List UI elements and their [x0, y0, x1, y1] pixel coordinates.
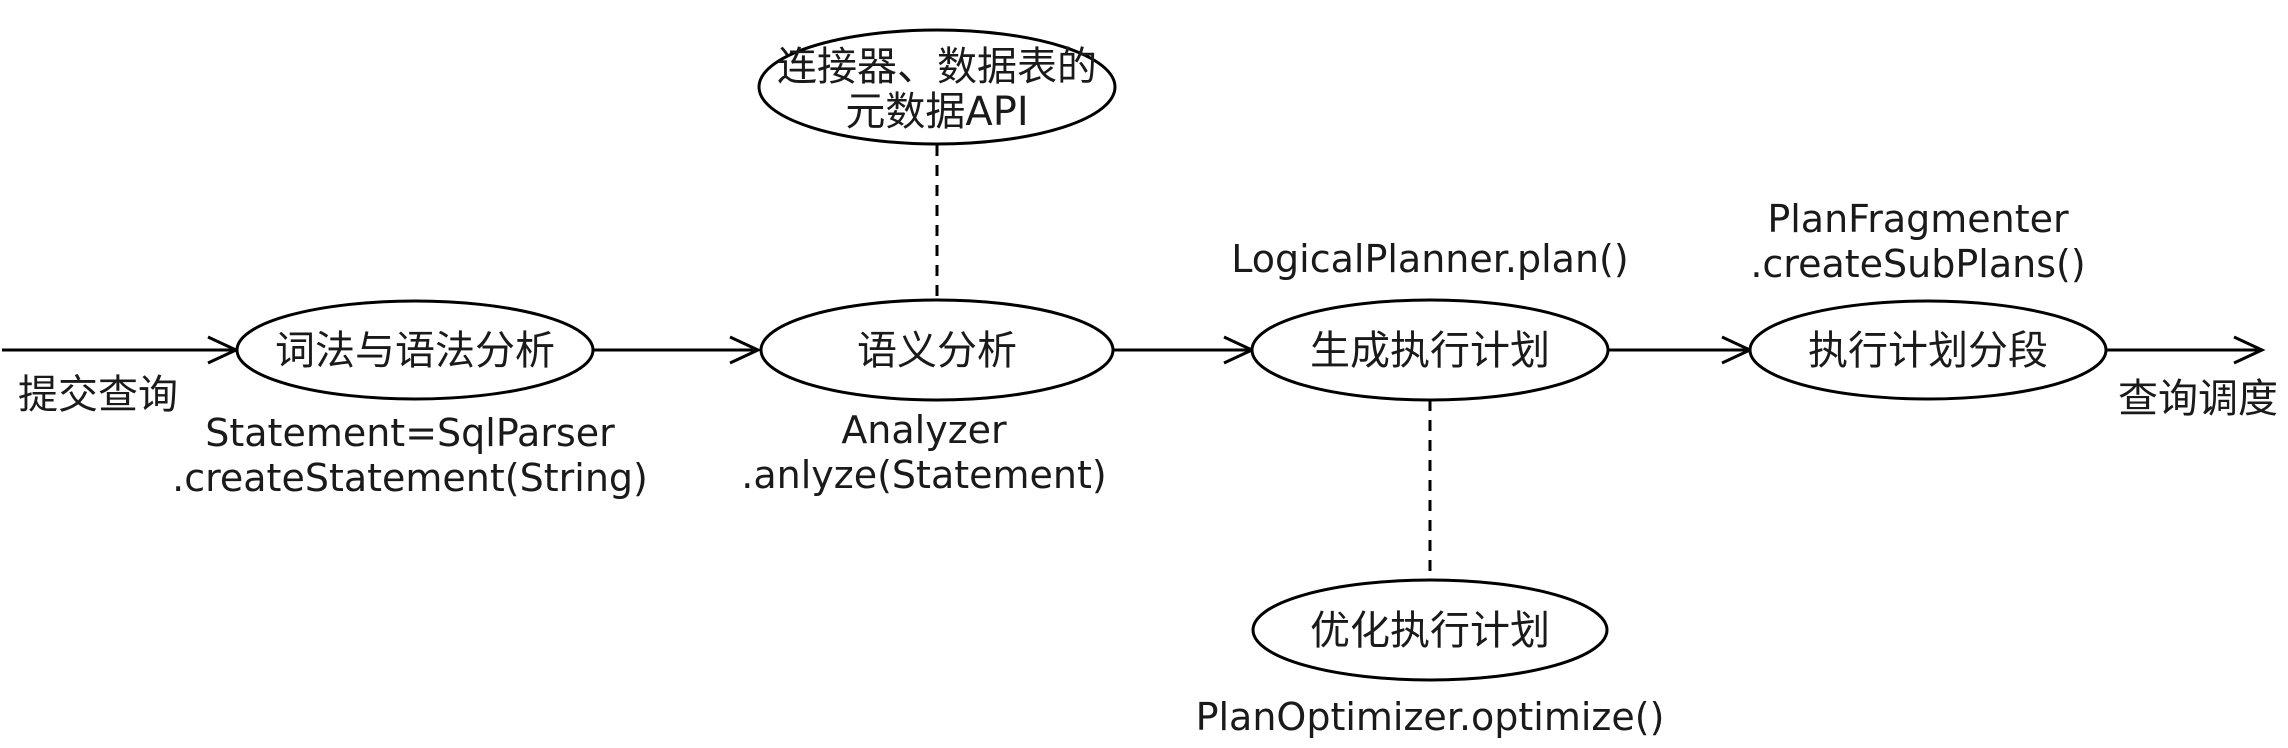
semantic-api-line2: .anlyze(Statement)	[741, 453, 1106, 497]
query-pipeline-diagram: 词法与语法分析 语义分析 连接器、数据表的 元数据API 生成执行计划 执行计划…	[2, 28, 2278, 739]
node-metadata-label-line2: 元数据API	[845, 89, 1028, 135]
node-plan-gen-label: 生成执行计划	[1310, 328, 1550, 374]
semantic-api-line1: Analyzer	[841, 408, 1007, 452]
plan-gen-api-line1: LogicalPlanner.plan()	[1231, 237, 1628, 281]
node-fragment-label: 执行计划分段	[1808, 328, 2048, 374]
node-lex-parse-label: 词法与语法分析	[275, 328, 555, 374]
optimize-api-line1: PlanOptimizer.optimize()	[1196, 695, 1665, 739]
node-semantic-label: 语义分析	[857, 328, 1017, 374]
lex-parse-api-line2: .createStatement(String)	[172, 456, 648, 500]
node-optimize-label: 优化执行计划	[1310, 608, 1550, 654]
input-label: 提交查询	[18, 372, 178, 418]
fragment-api-line1: PlanFragmenter	[1767, 197, 2069, 241]
node-metadata-label-line1: 连接器、数据表的	[777, 44, 1097, 90]
output-label: 查询调度	[2118, 376, 2278, 422]
lex-parse-api-line1: Statement=SqlParser	[205, 411, 615, 455]
fragment-api-line2: .createSubPlans()	[1750, 242, 2085, 286]
